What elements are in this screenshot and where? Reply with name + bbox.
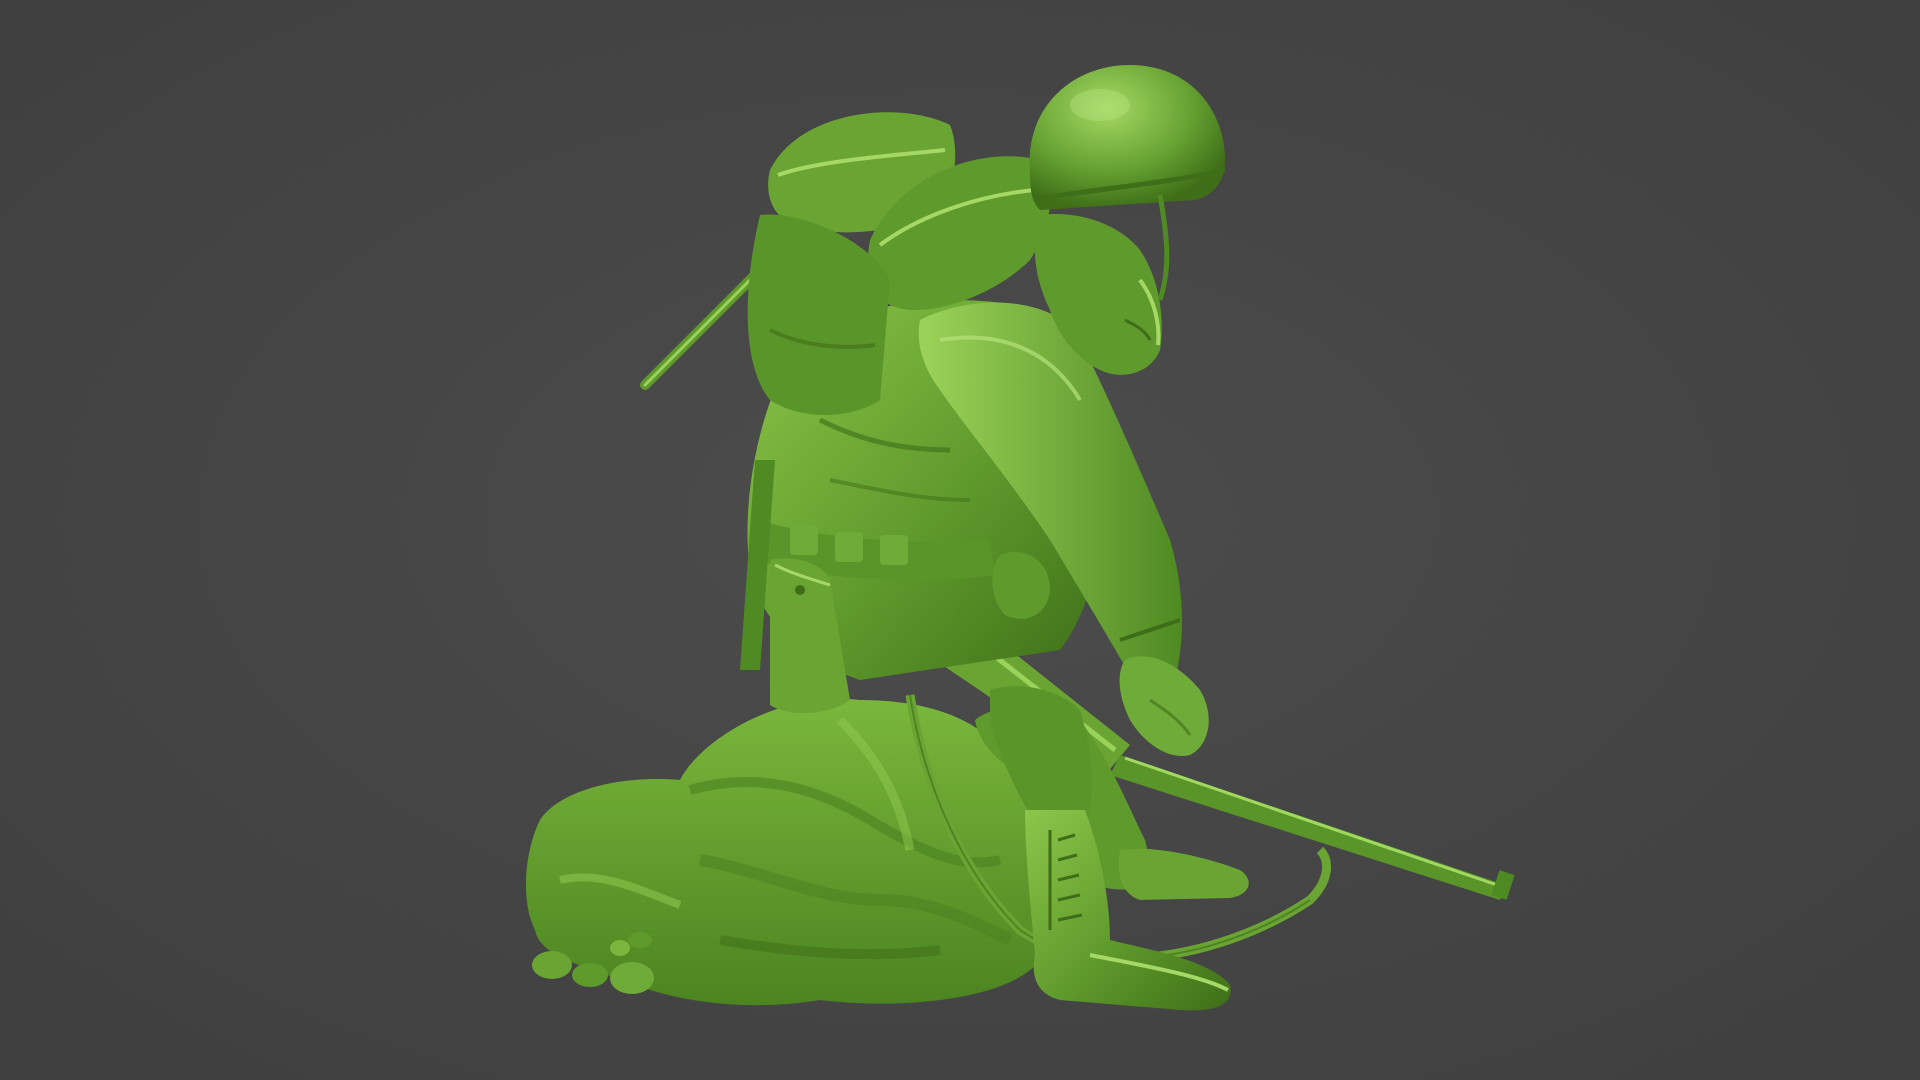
render-viewport [0,0,1920,1080]
render-canvas [0,0,1920,1080]
